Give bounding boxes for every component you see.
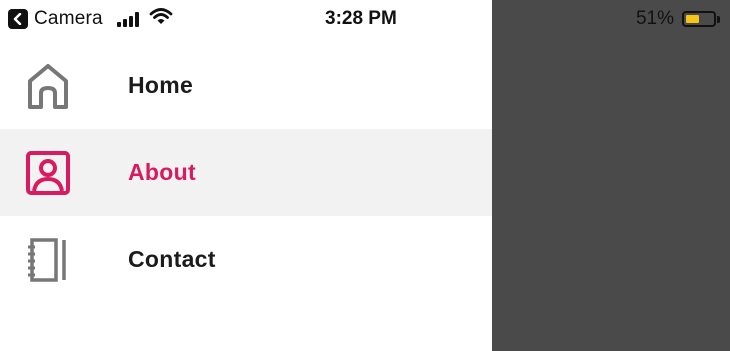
back-to-app-label[interactable]: Camera	[34, 8, 103, 30]
battery-percent: 51%	[635, 8, 674, 29]
battery-fill	[686, 15, 699, 23]
notebook-icon	[25, 237, 71, 283]
menu-item-label: Home	[128, 72, 194, 98]
battery-indicator: 51%	[636, 8, 720, 30]
status-bar: Camera 3:28 PM 51%	[0, 0, 730, 38]
drawer-menu: Home About Contact	[0, 42, 492, 303]
cellular-signal-icon	[116, 11, 139, 27]
menu-item-contact[interactable]: Contact	[0, 216, 492, 303]
menu-item-label: Contact	[128, 246, 216, 272]
menu-item-about[interactable]: About	[0, 129, 492, 216]
navigation-drawer: Home About Contact	[0, 0, 492, 351]
person-icon	[25, 150, 71, 196]
home-icon	[25, 63, 71, 109]
menu-item-label: About	[128, 159, 196, 185]
menu-item-home[interactable]: Home	[0, 42, 492, 129]
status-time: 3:28 PM	[325, 8, 397, 29]
wifi-icon	[149, 7, 173, 30]
battery-cap	[717, 15, 720, 23]
back-arrow-icon[interactable]	[8, 9, 28, 29]
battery-icon	[682, 11, 716, 27]
